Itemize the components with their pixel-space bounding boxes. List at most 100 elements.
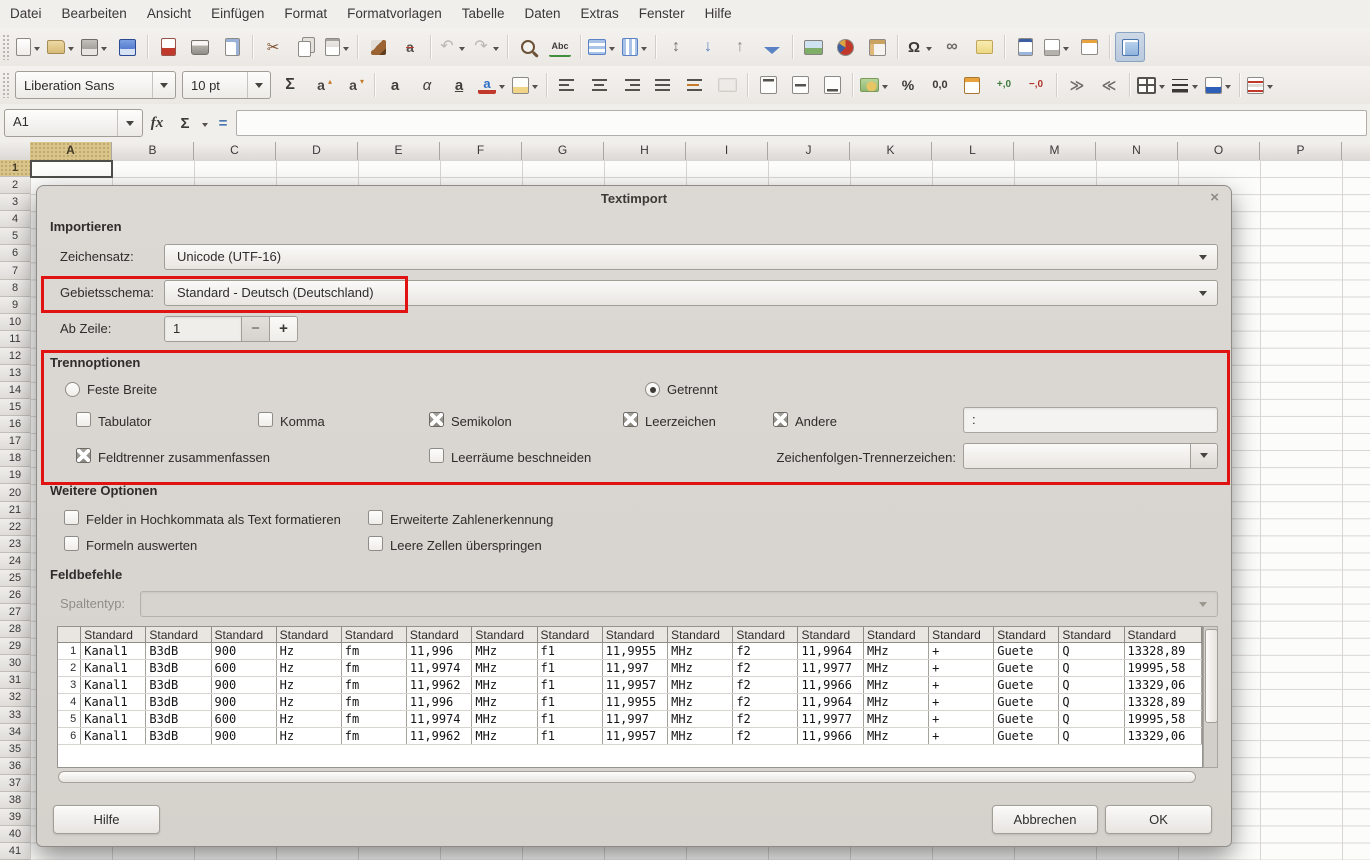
chevron-down-icon[interactable] bbox=[34, 47, 40, 54]
column-header-j[interactable]: J bbox=[768, 142, 850, 160]
headers-footers-icon[interactable] bbox=[1010, 32, 1040, 62]
chevron-down-icon[interactable] bbox=[1267, 85, 1273, 92]
grow-font-icon[interactable]: a▴ bbox=[307, 70, 337, 100]
column-header-f[interactable]: F bbox=[440, 142, 522, 160]
row-header-26[interactable]: 26 bbox=[0, 587, 30, 604]
menu-formatvorlagen[interactable]: Formatvorlagen bbox=[337, 0, 452, 28]
column-header-b[interactable]: B bbox=[112, 142, 194, 160]
chevron-down-icon[interactable] bbox=[152, 72, 175, 98]
insert-chart-icon[interactable] bbox=[830, 32, 860, 62]
sidebar-icon[interactable] bbox=[1115, 32, 1145, 62]
row-header-1[interactable]: 1 bbox=[0, 160, 30, 177]
row-header-11[interactable]: 11 bbox=[0, 331, 30, 348]
preview-column-header-5[interactable]: Standard bbox=[341, 627, 406, 643]
print-icon[interactable] bbox=[185, 32, 215, 62]
semicolon-checkbox[interactable] bbox=[429, 412, 444, 427]
preview-column-header-6[interactable]: Standard bbox=[406, 627, 471, 643]
row-header-19[interactable]: 19 bbox=[0, 467, 30, 484]
preview-column-header-7[interactable]: Standard bbox=[472, 627, 537, 643]
add-decimal-icon[interactable]: +,0 bbox=[989, 70, 1019, 100]
menu-daten[interactable]: Daten bbox=[515, 0, 571, 28]
align-vcenter-icon[interactable] bbox=[785, 70, 815, 100]
freeze-panes-icon[interactable] bbox=[1074, 32, 1104, 62]
chevron-down-icon[interactable] bbox=[202, 123, 208, 130]
preview-column-header-15[interactable]: Standard bbox=[994, 627, 1059, 643]
row-header-36[interactable]: 36 bbox=[0, 758, 30, 775]
column-header-o[interactable]: O bbox=[1178, 142, 1260, 160]
insert-comment-icon[interactable] bbox=[969, 32, 999, 62]
close-icon[interactable]: × bbox=[1210, 189, 1219, 207]
row-header-33[interactable]: 33 bbox=[0, 707, 30, 724]
column-header-m[interactable]: M bbox=[1014, 142, 1096, 160]
skip-empty-checkbox[interactable] bbox=[368, 536, 383, 551]
row-header-29[interactable]: 29 bbox=[0, 638, 30, 655]
chevron-down-icon[interactable] bbox=[926, 47, 932, 54]
column-header-k[interactable]: K bbox=[850, 142, 932, 160]
preview-column-header-11[interactable]: Standard bbox=[733, 627, 798, 643]
row-header-34[interactable]: 34 bbox=[0, 724, 30, 741]
scrollbar-thumb[interactable] bbox=[1205, 629, 1218, 723]
column-header-i[interactable]: I bbox=[686, 142, 768, 160]
row-header-25[interactable]: 25 bbox=[0, 570, 30, 587]
font-size-combo[interactable]: 10 pt bbox=[182, 71, 271, 99]
conditional-formatting-icon[interactable] bbox=[1245, 70, 1276, 100]
row-header-35[interactable]: 35 bbox=[0, 741, 30, 758]
align-bottom-icon[interactable] bbox=[817, 70, 847, 100]
align-right-icon[interactable] bbox=[616, 70, 646, 100]
clone-formatting-icon[interactable] bbox=[363, 32, 393, 62]
remove-decimal-icon[interactable]: −,0 bbox=[1021, 70, 1051, 100]
select-all-corner[interactable] bbox=[0, 142, 31, 161]
underline-icon[interactable]: a bbox=[444, 70, 474, 100]
menu-format[interactable]: Format bbox=[274, 0, 337, 28]
menu-extras[interactable]: Extras bbox=[571, 0, 629, 28]
equals-icon[interactable]: = bbox=[211, 109, 235, 137]
comma-checkbox[interactable] bbox=[258, 412, 273, 427]
row-header-28[interactable]: 28 bbox=[0, 621, 30, 638]
chevron-down-icon[interactable] bbox=[343, 47, 349, 54]
sum-icon[interactable]: Σ bbox=[275, 70, 305, 100]
name-box[interactable]: A1 bbox=[5, 110, 117, 136]
column-header-partial[interactable] bbox=[1342, 142, 1370, 160]
sort-descending-icon[interactable]: ↓ bbox=[693, 32, 723, 62]
menu-tabelle[interactable]: Tabelle bbox=[452, 0, 515, 28]
chevron-down-icon[interactable] bbox=[609, 47, 615, 54]
chevron-down-icon[interactable] bbox=[1159, 85, 1165, 92]
row-header-27[interactable]: 27 bbox=[0, 604, 30, 621]
row-header-18[interactable]: 18 bbox=[0, 450, 30, 467]
preview-column-header-9[interactable]: Standard bbox=[602, 627, 667, 643]
toolbar-grip[interactable] bbox=[2, 72, 9, 98]
merge-delimiters-checkbox[interactable] bbox=[76, 448, 91, 463]
column-header-g[interactable]: G bbox=[522, 142, 604, 160]
chevron-down-icon[interactable] bbox=[532, 85, 538, 92]
print-area-icon[interactable] bbox=[1042, 32, 1072, 62]
row-header-39[interactable]: 39 bbox=[0, 809, 30, 826]
shrink-font-icon[interactable]: a▾ bbox=[339, 70, 369, 100]
row-header-6[interactable]: 6 bbox=[0, 245, 30, 262]
row-header-32[interactable]: 32 bbox=[0, 689, 30, 706]
locale-select[interactable]: Standard - Deutsch (Deutschland) bbox=[164, 280, 1218, 306]
row-header-3[interactable]: 3 bbox=[0, 194, 30, 211]
row-header-4[interactable]: 4 bbox=[0, 211, 30, 228]
italic-icon[interactable]: α bbox=[412, 70, 442, 100]
find-replace-icon[interactable] bbox=[513, 32, 543, 62]
sort-ascending-icon[interactable]: ↑ bbox=[725, 32, 755, 62]
cancel-button[interactable]: Abbrechen bbox=[992, 805, 1098, 834]
menu-datei[interactable]: Datei bbox=[0, 0, 52, 28]
row-header-14[interactable]: 14 bbox=[0, 382, 30, 399]
print-preview-icon[interactable] bbox=[217, 32, 247, 62]
number-format-icon[interactable]: 0,0 bbox=[925, 70, 955, 100]
row-header-20[interactable]: 20 bbox=[0, 484, 30, 501]
special-character-icon[interactable]: Ω bbox=[903, 32, 935, 62]
preview-column-header-13[interactable]: Standard bbox=[863, 627, 928, 643]
chevron-down-icon[interactable] bbox=[117, 110, 142, 136]
align-center-icon[interactable] bbox=[584, 70, 614, 100]
trim-spaces-checkbox[interactable] bbox=[429, 448, 444, 463]
detect-numbers-checkbox[interactable] bbox=[368, 510, 383, 525]
column-header-e[interactable]: E bbox=[358, 142, 440, 160]
preview-column-header-4[interactable]: Standard bbox=[276, 627, 341, 643]
align-left-icon[interactable] bbox=[552, 70, 582, 100]
fixed-width-radio[interactable] bbox=[65, 382, 80, 397]
sort-icon[interactable]: ↕ bbox=[661, 32, 691, 62]
chevron-down-icon[interactable] bbox=[499, 85, 505, 92]
export-pdf-icon[interactable] bbox=[153, 32, 183, 62]
